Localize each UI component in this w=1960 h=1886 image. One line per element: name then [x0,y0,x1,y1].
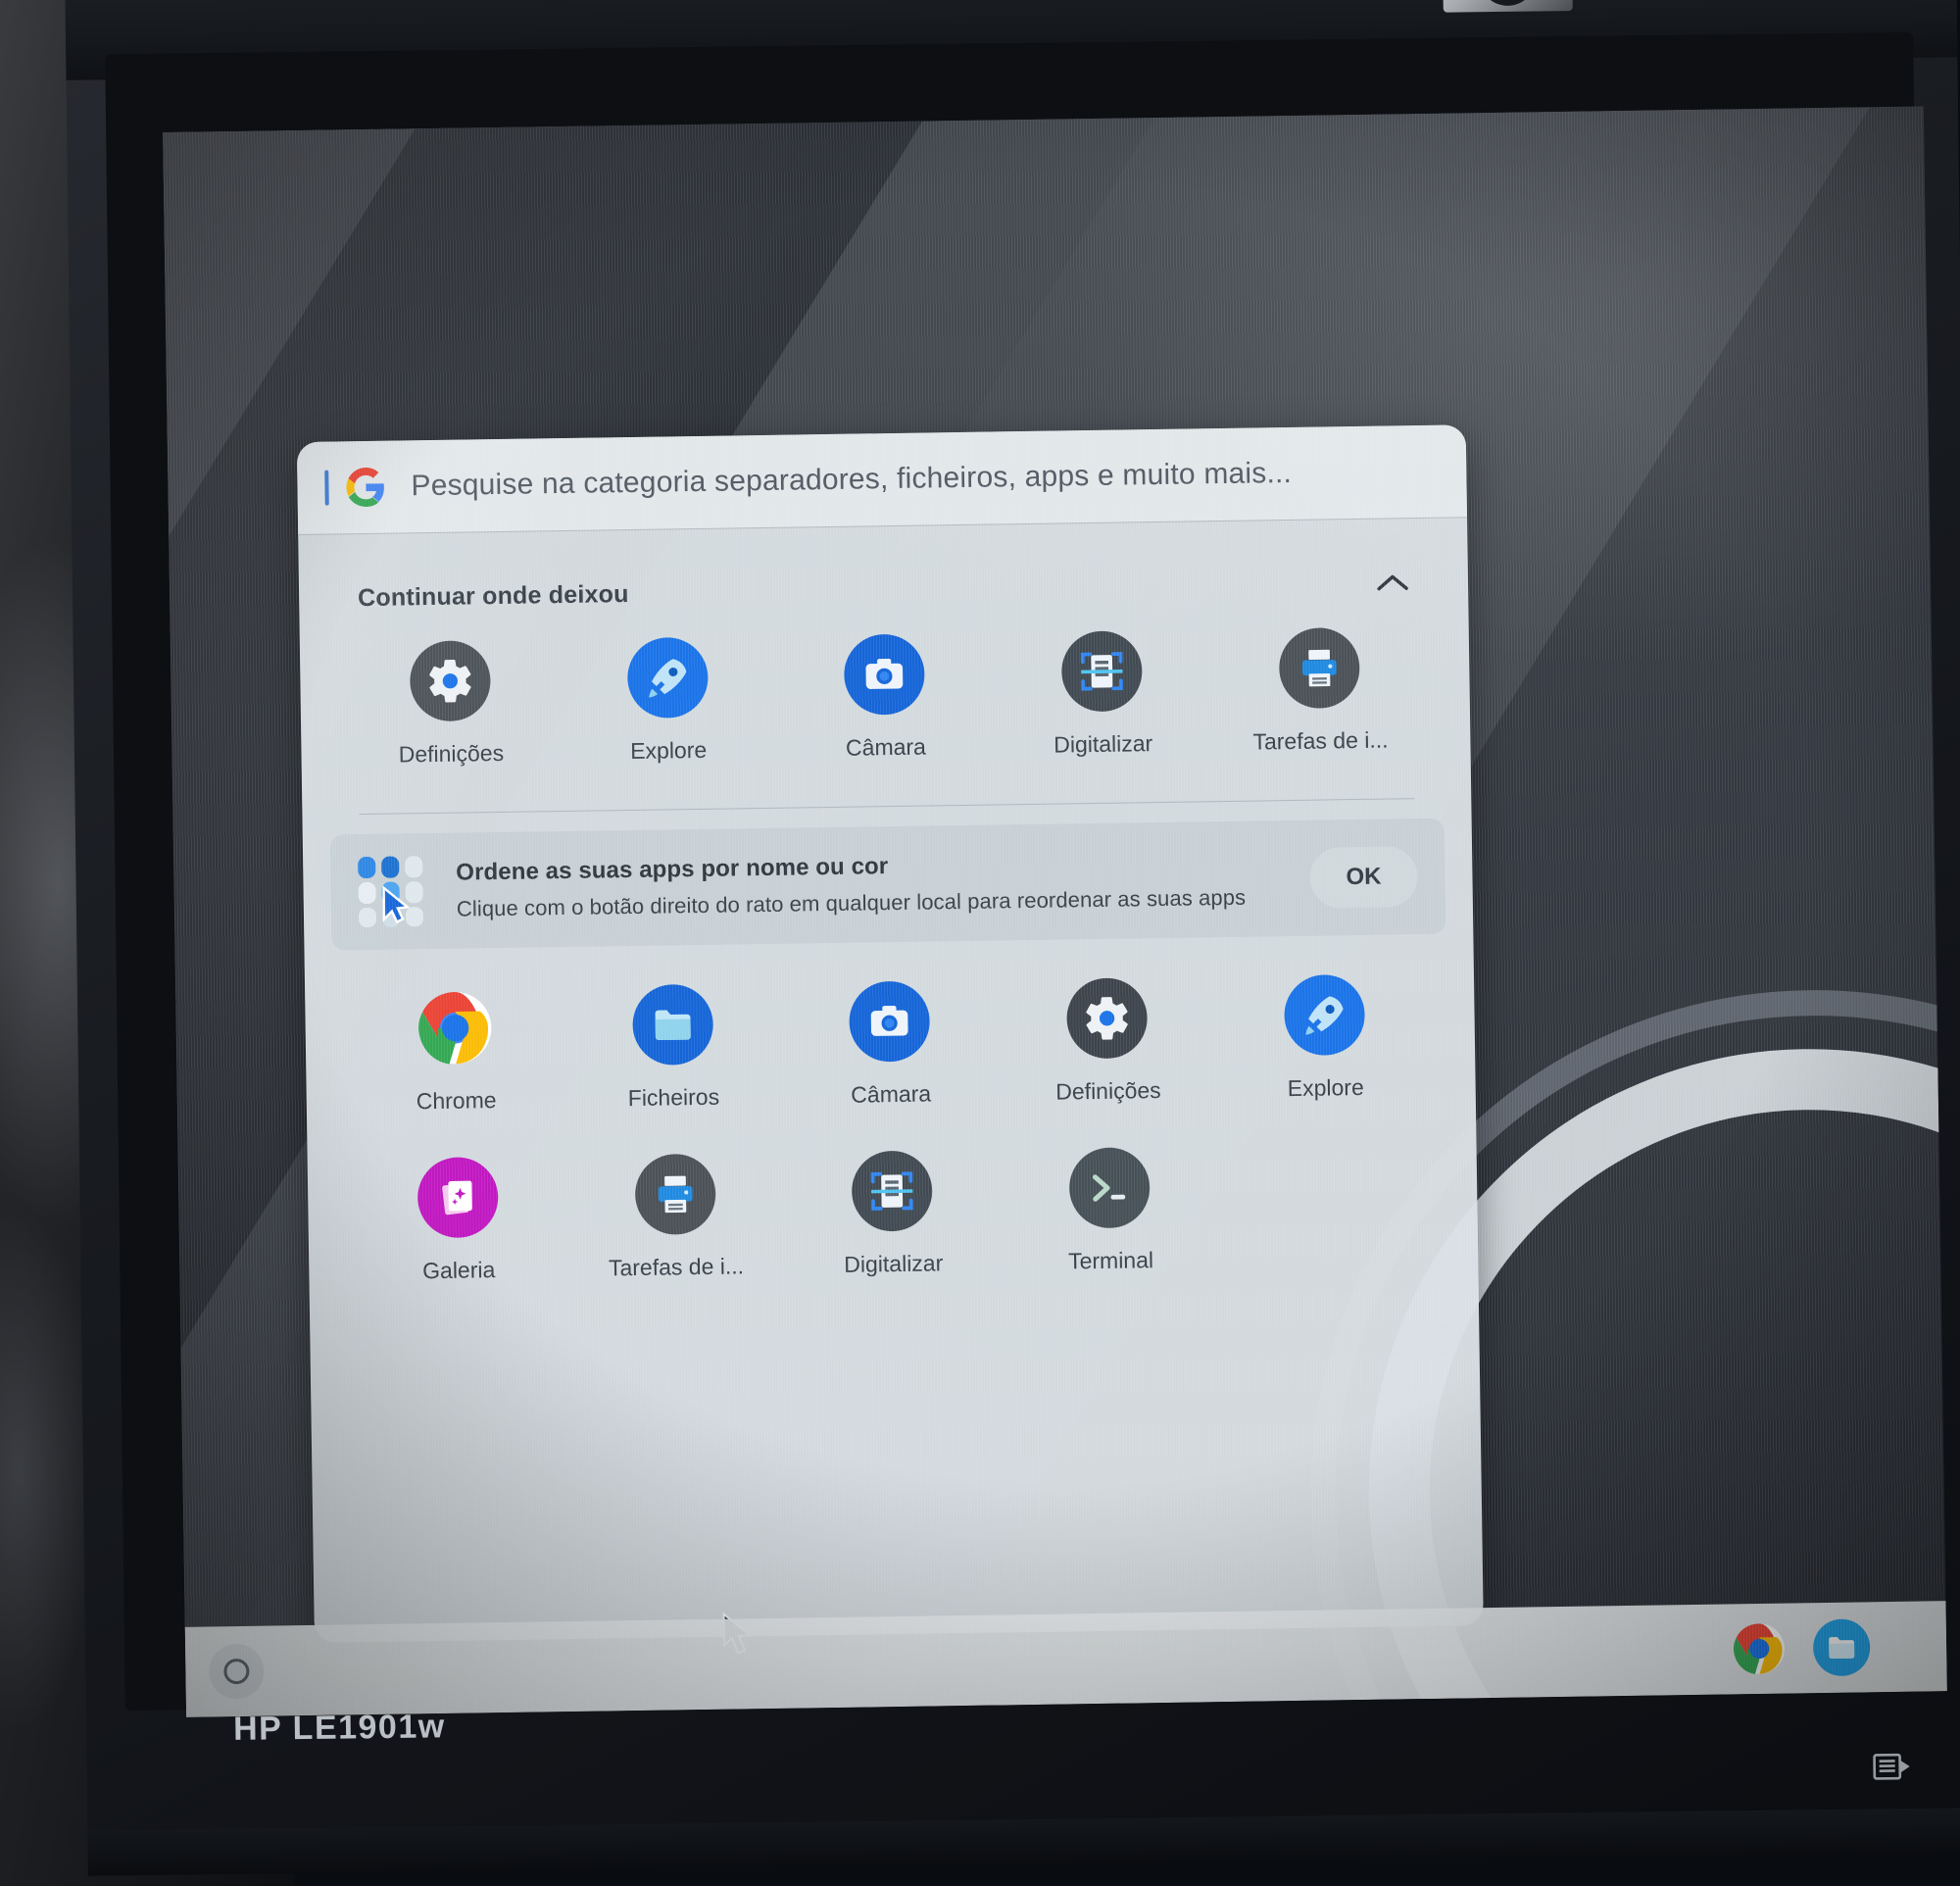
terminal-icon [1068,1147,1152,1229]
app-label: Terminal [1067,1247,1154,1274]
app-tile-galeria[interactable]: Galeria [349,1156,568,1285]
camera-icon [844,633,926,716]
app-label: Chrome [416,1087,497,1115]
app-label: Galeria [421,1257,496,1284]
chevron-up-icon[interactable] [1370,560,1416,606]
settings-gear-icon [409,640,491,722]
hp-brand-logo: hp [1442,0,1573,13]
hp-monitor: hp [65,0,1960,1876]
continue-section-header: Continuar onde deixou [298,518,1468,621]
monitor-input-icon[interactable] [1870,1750,1913,1784]
chrome-icon [415,987,496,1068]
scan-icon [852,1150,934,1232]
search-placeholder-text: Pesquise na categoria separadores, fiche… [411,456,1293,503]
app-tile-explore[interactable]: Explore [559,636,778,766]
app-label: Digitalizar [1054,730,1153,758]
apps-grid-cursor-icon [354,852,441,931]
monitor-stand [87,1808,1960,1876]
app-label: Definições [398,739,505,768]
app-tile-definicoes[interactable]: Definições [341,639,561,769]
app-tile-terminal[interactable]: Terminal [1001,1146,1220,1275]
app-tile-camara[interactable]: Câmara [775,632,995,762]
app-launcher-panel: Pesquise na categoria separadores, fiche… [296,424,1484,1643]
launcher-search-bar[interactable]: Pesquise na categoria separadores, fiche… [296,424,1468,536]
app-tile-tarefas-impressao-2[interactable]: Tarefas de i... [565,1153,785,1282]
sort-apps-nudge: Ordene as suas apps por nome ou cor Cliq… [329,818,1446,951]
apps-row-2: Galeria Tarefas de i... Digitalizar Term… [308,1142,1479,1286]
app-tile-digitalizar-2[interactable]: Digitalizar [783,1149,1003,1278]
app-label: Definições [1055,1077,1161,1105]
scan-icon [1061,630,1144,713]
app-tile-explore-2[interactable]: Explore [1215,973,1435,1103]
explore-rocket-icon [1284,973,1366,1057]
launcher-circle-icon[interactable] [208,1643,265,1700]
nudge-text-block: Ordene as suas apps por nome ou cor Cliq… [456,847,1297,922]
app-tile-tarefas-impressao[interactable]: Tarefas de i... [1210,626,1430,756]
shelf-pinned-apps [1731,1618,1871,1677]
app-label: Explore [1287,1073,1364,1102]
google-g-icon [346,467,386,508]
app-label: Explore [630,736,708,764]
files-folder-icon[interactable] [1812,1618,1871,1677]
files-folder-icon [631,983,713,1066]
text-caret [324,470,329,506]
nudge-subtitle: Clique com o botão direito do rato em qu… [456,884,1247,921]
app-label: Câmara [845,733,927,761]
monitor-bezel: Pesquise na categoria separadores, fiche… [105,31,1947,1717]
app-label: Câmara [851,1080,932,1108]
settings-gear-icon [1066,977,1149,1060]
app-tile-definicoes-2[interactable]: Definições [998,976,1217,1106]
hp-logo-icon: hp [1479,0,1537,7]
app-label: Tarefas de i... [1252,726,1389,755]
app-label: Digitalizar [844,1250,944,1277]
chrome-icon[interactable] [1731,1620,1788,1678]
continue-section-title: Continuar onde deixou [357,579,629,612]
launcher-ring [223,1658,250,1685]
app-tile-empty [1218,1143,1438,1272]
app-label: Tarefas de i... [608,1253,745,1281]
explore-rocket-icon [626,636,709,720]
nudge-title: Ordene as suas apps por nome ou cor [456,853,889,886]
camera-icon [849,980,931,1063]
section-divider [359,798,1415,816]
app-label: Ficheiros [627,1083,720,1112]
apps-row-1: Chrome Ficheiros Câmara Definições Explo… [305,972,1476,1117]
app-tile-chrome[interactable]: Chrome [346,986,565,1116]
screen: Pesquise na categoria separadores, fiche… [163,106,1947,1717]
gallery-icon [416,1157,499,1239]
photo-scene: hp [0,0,1960,1886]
app-tile-camara-2[interactable]: Câmara [781,979,1001,1109]
nudge-ok-button[interactable]: OK [1309,846,1418,909]
print-jobs-icon [1278,626,1361,710]
print-jobs-icon [634,1153,716,1235]
app-tile-digitalizar[interactable]: Digitalizar [993,629,1212,759]
app-tile-ficheiros[interactable]: Ficheiros [564,983,783,1113]
launcher-body: Continuar onde deixou Definições Explore… [298,518,1478,1286]
monitor-model-label: HP LE1901w [232,1708,446,1748]
continue-apps-row: Definições Explore Câmara Digitalizar Ta… [300,625,1471,769]
